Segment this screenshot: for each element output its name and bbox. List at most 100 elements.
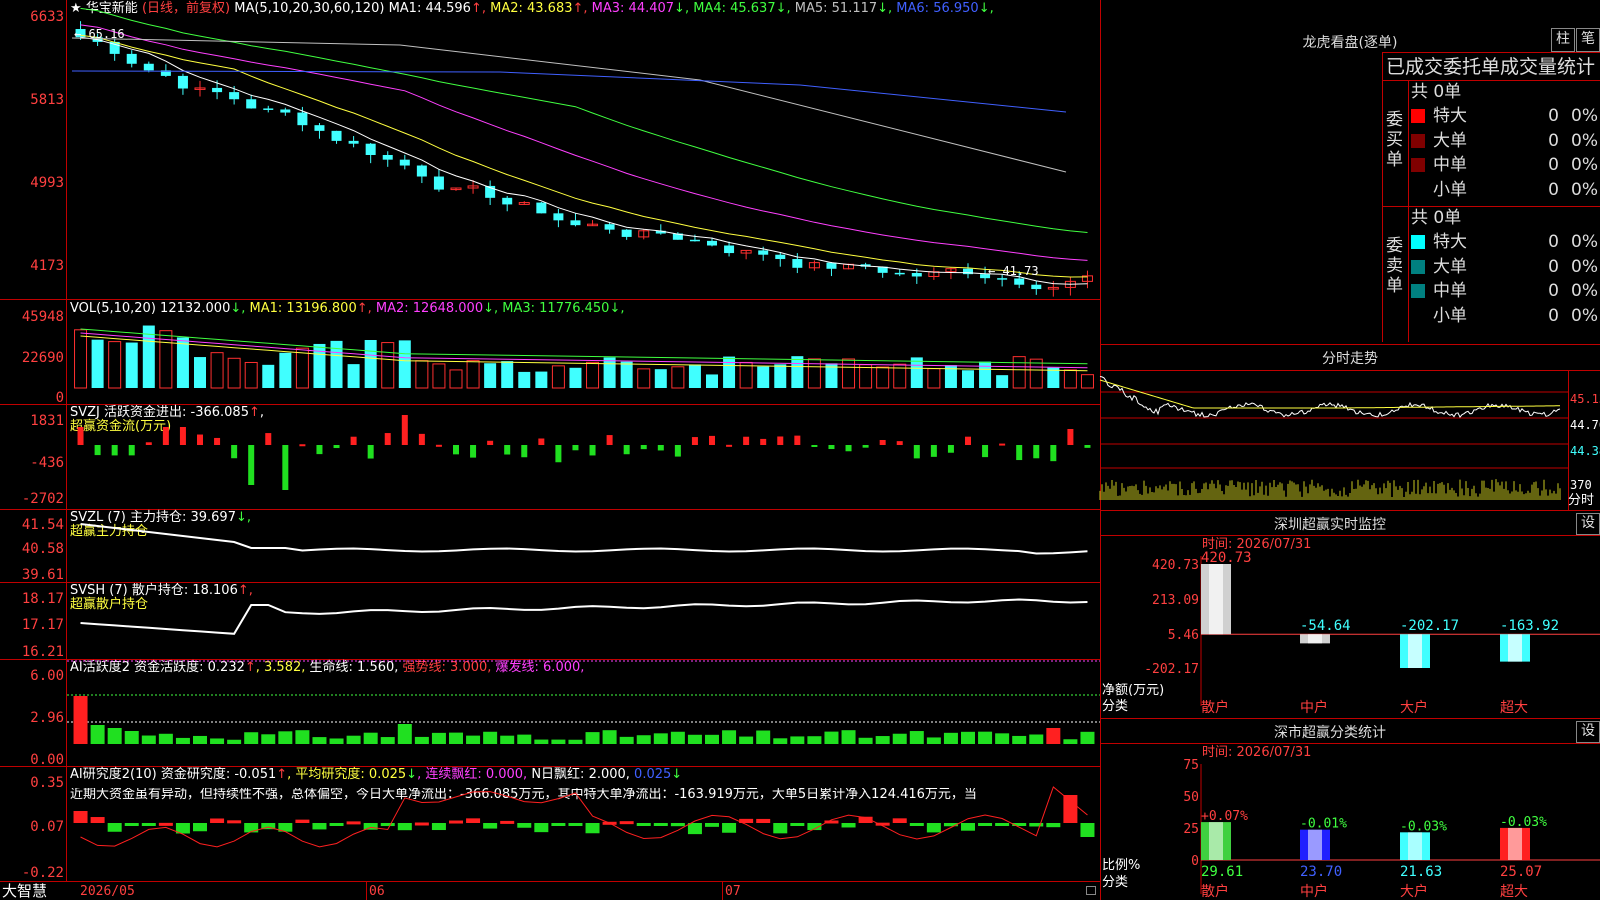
volume-bar <box>449 369 463 389</box>
intraday-chart[interactable] <box>1099 370 1568 510</box>
bar-mode-button[interactable]: 柱 <box>1551 28 1575 52</box>
volume-chart[interactable] <box>0 300 1100 404</box>
volume-bar <box>569 367 582 388</box>
buy-rows: 特大 0 0% 大单 0 0% 中单 0 0% 小单 0 0% <box>1411 104 1600 204</box>
monitor-bar-chart[interactable]: 420.73 213.09 5.46 -202.17 420.73 散户 -54.64 中户 -… <box>1100 536 1600 718</box>
order-row: 小单 0 0% <box>1411 178 1600 202</box>
volume-bar <box>227 357 241 389</box>
flow-bar <box>555 445 562 463</box>
order-size-label: 小单 <box>1433 305 1467 326</box>
research-bar <box>1080 823 1095 837</box>
activity-bar <box>534 739 549 744</box>
ai-research-chart[interactable] <box>0 767 1100 881</box>
activity-bar <box>636 735 651 744</box>
retail-position-chart[interactable] <box>0 583 1100 659</box>
intraday-price-high: 45.13 <box>1570 392 1600 406</box>
value-label: 21.63 <box>1400 864 1442 880</box>
monitor-axis-sub: 分类 <box>1102 699 1129 714</box>
activity-bar <box>807 736 822 744</box>
flow-bar <box>470 445 477 458</box>
flow-bar <box>111 445 118 456</box>
order-count: 0 <box>1548 155 1559 175</box>
longhu-header: 已成交委托单成交量统计 <box>1386 56 1596 78</box>
research-bar <box>756 818 771 823</box>
main-force-position-chart[interactable] <box>0 510 1100 582</box>
activity-bar <box>483 731 498 744</box>
research-bar <box>90 817 105 823</box>
flow-bar <box>1016 445 1023 461</box>
activity-bar <box>875 736 890 744</box>
candle <box>416 165 427 177</box>
activity-bar <box>346 735 361 744</box>
lock-icon[interactable] <box>1086 886 1096 895</box>
activity-bar <box>1029 734 1044 744</box>
color-swatch <box>1411 182 1425 197</box>
ma-line <box>71 37 1067 173</box>
flow-bar <box>521 445 528 458</box>
ai-activity-chart[interactable] <box>0 660 1100 766</box>
activity-bar <box>107 728 122 744</box>
candle <box>775 254 786 260</box>
activity-bar <box>261 734 276 744</box>
order-count: 0 <box>1548 179 1559 200</box>
candle <box>212 87 223 93</box>
position-line <box>80 598 1088 635</box>
flow-bar <box>743 436 750 445</box>
volume-bar <box>654 369 667 388</box>
volume-bar <box>1012 356 1026 389</box>
candle <box>297 112 308 126</box>
intraday-title: 分时走势 <box>1322 351 1378 367</box>
color-swatch <box>1411 308 1425 323</box>
research-bar <box>141 823 156 826</box>
research-bar <box>431 823 446 831</box>
candle <box>997 278 1008 280</box>
activity-bar <box>210 738 225 744</box>
change-label: -0.01% <box>1300 817 1347 832</box>
date-tick: 07 <box>725 884 741 899</box>
flow-bar <box>913 445 920 459</box>
activity-bar <box>926 737 941 744</box>
research-bar <box>790 823 805 826</box>
research-bar <box>449 820 463 824</box>
flow-bar <box>487 440 494 445</box>
tick-mode-button[interactable]: 笔 <box>1576 28 1600 52</box>
monitor-settings-button[interactable]: 设 <box>1576 513 1600 535</box>
order-size-label: 小单 <box>1433 179 1467 200</box>
classify-axis-sub: 分类 <box>1102 875 1129 890</box>
classify-bar-chart[interactable]: 75 50 25 0 +0.07% 29.61 散户 -0.01% 23.70 中户 -0.03% 2… <box>1100 744 1600 900</box>
buy-side-label: 委买单 <box>1386 110 1403 170</box>
flow-bar <box>947 445 954 453</box>
classify-settings-button[interactable]: 设 <box>1576 721 1600 743</box>
category-label: 散户 <box>1201 699 1229 716</box>
capital-flow-chart[interactable] <box>0 405 1100 509</box>
activity-bar <box>1046 728 1061 744</box>
volume-bar <box>295 347 309 389</box>
flow-bar <box>77 427 84 445</box>
kline-chart[interactable] <box>0 0 1100 300</box>
change-label: -0.03% <box>1400 819 1447 834</box>
volume-bar <box>484 363 497 388</box>
activity-bar <box>517 734 532 744</box>
color-swatch <box>1411 109 1425 123</box>
flow-bar <box>811 445 818 448</box>
candle <box>143 63 154 71</box>
activity-bar <box>670 731 685 744</box>
activity-bar <box>312 737 327 744</box>
sell-rows: 特大 0 0% 大单 0 0% 中单 0 0% 小单 0 0% <box>1411 230 1600 330</box>
order-count: 0 <box>1548 256 1559 277</box>
order-row: 特大 0 0% <box>1411 230 1600 254</box>
flow-bar <box>179 427 186 445</box>
order-row: 特大 0 0% <box>1411 104 1600 128</box>
intraday-price-mid: 44.76 <box>1570 418 1600 432</box>
activity-bar <box>329 738 344 744</box>
volume-bar <box>1063 369 1077 389</box>
volume-bar <box>586 361 600 389</box>
research-bar <box>414 822 429 826</box>
research-bar <box>687 823 702 835</box>
research-bar <box>363 823 378 830</box>
intraday-vol: 370 <box>1570 478 1592 492</box>
activity-bar <box>619 736 634 744</box>
activity-bar <box>1012 735 1027 744</box>
activity-bar <box>449 732 463 744</box>
value-label: 25.07 <box>1500 864 1542 880</box>
